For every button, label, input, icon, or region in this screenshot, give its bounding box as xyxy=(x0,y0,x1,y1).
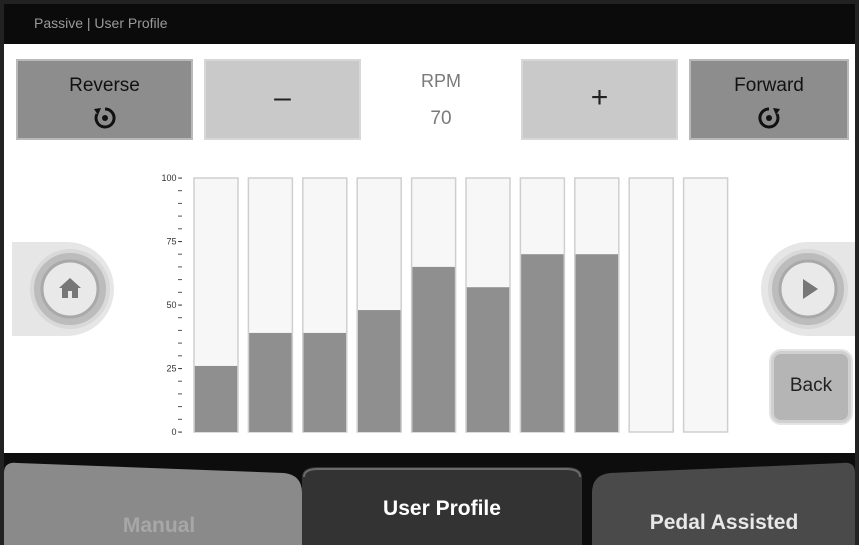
back-button[interactable]: Back xyxy=(771,351,851,423)
rpm-display: RPM 70 xyxy=(371,59,511,140)
bar-fill xyxy=(575,254,619,432)
tab-pedal-assisted-label: Pedal Assisted xyxy=(649,511,799,534)
y-tick-label: 100 - xyxy=(161,173,182,183)
tab-user-profile[interactable]: User Profile xyxy=(314,453,570,545)
bar-fill xyxy=(303,332,347,432)
plus-symbol: + xyxy=(590,81,609,114)
title-bar: Passive | User Profile xyxy=(4,4,855,44)
rotate-cw-icon xyxy=(758,107,780,129)
y-tick-label: 50 - xyxy=(166,300,182,310)
reverse-label: Reverse xyxy=(69,75,140,96)
mode-tab-bar: Manual User Profile Pedal Assisted xyxy=(4,453,855,545)
rpm-label: RPM xyxy=(421,71,461,91)
forward-button[interactable]: Forward xyxy=(689,59,849,140)
bar-fill xyxy=(521,254,564,432)
y-tick-label: 0 - xyxy=(171,427,182,437)
minus-symbol: – xyxy=(274,81,291,114)
rotate-ccw-icon xyxy=(93,107,116,129)
device-screen: Passive | User Profile Reverse – RPM 70 … xyxy=(0,0,859,545)
reverse-button[interactable]: Reverse xyxy=(16,59,193,140)
bar-fill xyxy=(357,310,401,432)
tab-manual[interactable]: Manual xyxy=(64,453,254,545)
y-tick-label: 25 - xyxy=(166,364,182,374)
bar-fill xyxy=(412,266,455,432)
bar-slot[interactable] xyxy=(682,177,729,433)
bar-fill xyxy=(249,332,292,432)
title-text: Passive | User Profile xyxy=(34,15,168,31)
y-tick-label: 75 - xyxy=(166,237,182,247)
increase-rpm-button[interactable]: + xyxy=(521,59,678,140)
play-icon xyxy=(803,279,818,299)
session-profile-chart: 0 - 25 - 50 - 75 - 100 - xyxy=(161,173,729,437)
decrease-rpm-button[interactable]: – xyxy=(204,59,361,140)
home-icon xyxy=(59,278,81,298)
forward-label: Forward xyxy=(734,75,804,96)
bar-fill xyxy=(194,365,238,432)
home-button[interactable] xyxy=(12,234,122,344)
bar-slot[interactable] xyxy=(628,177,674,433)
play-button[interactable] xyxy=(756,234,855,344)
tab-pedal-assisted[interactable]: Pedal Assisted xyxy=(604,453,844,545)
rpm-value: 70 xyxy=(430,108,452,129)
back-label: Back xyxy=(789,375,833,396)
tab-user-profile-label: User Profile xyxy=(383,497,501,520)
tab-manual-label: Manual xyxy=(122,514,196,537)
bar-fill xyxy=(466,287,510,432)
